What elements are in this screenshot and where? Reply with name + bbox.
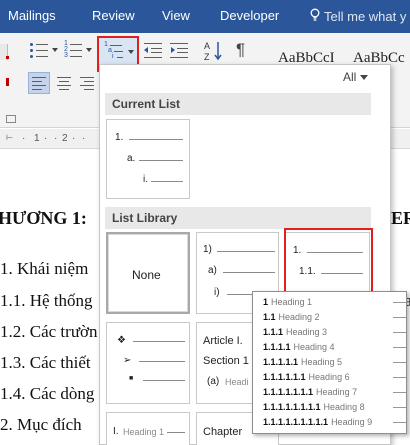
sub-label: (a) [207,376,220,387]
ruler-marker-icon: ⊢ [6,133,13,142]
preview-number: 1.1.1.1 [263,342,291,352]
preview-number: 1.1.1.1.1.1.1.1.1 [263,417,329,427]
none-label: None [132,268,161,282]
preview-row: 1.1.1.1.1.1 Heading 6 [263,371,350,383]
preview-row: 1.1.1.1.1.1.1.1 Heading 8 [263,401,365,413]
ribbon-tab-bar: Mailings Review View Developer Tell me w… [0,0,410,33]
preview-number: 1.1.1.1.1.1.1.1 [263,402,321,412]
arrow-bullet-icon: ➢ [123,355,132,366]
square-bullet-icon: ■ [129,375,134,382]
preview-rule [393,407,406,408]
doc-heading-right: ER [391,208,410,228]
bullets-dropdown-chevron-icon[interactable] [52,48,58,52]
tab-mailings[interactable]: Mailings [8,8,56,23]
preview-heading-label: Heading 4 [293,342,335,352]
tell-me-text: Tell me what y [324,9,407,24]
article-label: Article I. [203,335,243,347]
preview-heading-label: Heading 5 [301,357,343,367]
preview-number: 1.1.1 [263,327,284,337]
paren-level-3: i) [214,287,220,298]
level-1-number: 1. [115,132,124,143]
align-center-button[interactable] [55,75,75,93]
sort-icon[interactable]: AZ [204,40,224,62]
pilcrow-icon[interactable]: ¶ [236,40,245,60]
preview-number: 1.1.1.1.1.1.1 [263,387,314,397]
preview-rule [393,377,406,378]
preview-heading-label: Heading 2 [278,312,320,322]
section-label: Section 1 [203,355,249,367]
preview-heading-label: Heading 7 [316,387,358,397]
preview-rule [393,362,406,363]
preview-heading-label: Heading 8 [323,402,365,412]
sub-heading-suffix: Headi [225,377,249,387]
preview-row: 1.1.1.1.1 Heading 5 [263,356,342,368]
preview-number: 1 [263,297,269,307]
tab-developer[interactable]: Developer [220,8,279,23]
preview-row: 1.1 Heading 2 [263,311,320,323]
level-2-number: a. [127,153,136,164]
bullets-button[interactable] [30,42,50,60]
paren-level-1: 1) [203,244,212,255]
highlight-swatch [6,78,9,86]
heading-tile-number: I. [113,426,119,437]
numbering-dropdown-chevron-icon[interactable] [86,48,92,52]
preview-row: 1.1.1.1.1.1.1 Heading 7 [263,386,357,398]
level-3-number: i. [143,174,148,185]
increase-indent-button[interactable] [170,42,190,60]
align-right-button[interactable] [78,75,98,93]
tab-review[interactable]: Review [92,8,135,23]
svg-text:Z: Z [204,52,210,62]
preview-rule [393,392,406,393]
doc-line: 1. Khái niệm [0,259,89,278]
list-preview-tooltip: 1 Heading 1 1.1 Heading 2 1.1.1 Heading 3 1.1.… [252,291,407,434]
doc-line: 2. Mục đích [0,415,82,434]
font-color-swatch [6,56,9,59]
preview-rule [393,422,406,423]
paren-level-2: a) [208,265,217,276]
tab-view[interactable]: View [162,8,190,23]
section-current-list: Current List [105,93,371,115]
preview-rule [393,332,406,333]
numbering-button[interactable]: 1 2 3 [64,40,84,60]
preview-row: 1.1.1.1 Heading 4 [263,341,335,353]
preview-row: 1 Heading 1 [263,296,312,308]
doc-line: 1.2. Các trườn [0,322,98,341]
preview-row: 1.1.1.1.1.1.1.1.1 Heading 9 [263,416,372,428]
preview-heading-label: Heading 3 [286,327,328,337]
doc-heading: HƯƠNG 1: [0,208,87,228]
preview-heading-label: Heading 9 [331,417,373,427]
tell-me-box[interactable]: Tell me what y [310,8,406,24]
multilevel-list-icon: 1 a i [104,41,126,63]
preview-rule [393,302,406,303]
preview-heading-label: Heading 1 [271,297,313,307]
paragraph-dialog-launcher-icon[interactable] [6,115,16,123]
section-list-library: List Library [105,207,371,229]
preview-number: 1.1 [263,312,276,322]
decrease-indent-button[interactable] [144,42,164,60]
preview-heading-label: Heading 6 [308,372,350,382]
align-left-button[interactable] [28,72,50,94]
ruler-mark-1: 1 [34,133,40,144]
preview-number: 1.1.1.1.1.1 [263,372,306,382]
preview-number: 1.1.1.1.1 [263,357,299,367]
preview-row: 1.1.1 Heading 3 [263,326,327,338]
multilevel-dropdown-chevron-icon [128,50,134,54]
diamond-bullet-icon: ❖ [117,335,126,346]
preview-rule [393,317,406,318]
doc-line: 1.4. Các dòng [0,384,95,403]
ruler-mark-2: 2 [62,133,68,144]
lightbulb-icon [310,8,320,24]
list-bullet-tile[interactable]: ❖ ➢ ■ [106,322,190,404]
doc-line: 1.1. Hệ thống [0,291,93,310]
svg-text:A: A [204,41,210,51]
preview-rule [393,347,406,348]
doc-line: 1.3. Các thiết [0,353,91,372]
filter-label: All [343,70,357,84]
gallery-filter-dropdown[interactable]: All [343,70,369,84]
current-list-tile[interactable]: 1. a. i. [106,119,190,199]
list-heading-tile[interactable]: I. Heading 1 [106,412,190,445]
chapter-label: Chapter [203,426,243,438]
caret-down-icon [360,75,369,81]
heading-tile-label: Heading 1 [123,427,165,437]
